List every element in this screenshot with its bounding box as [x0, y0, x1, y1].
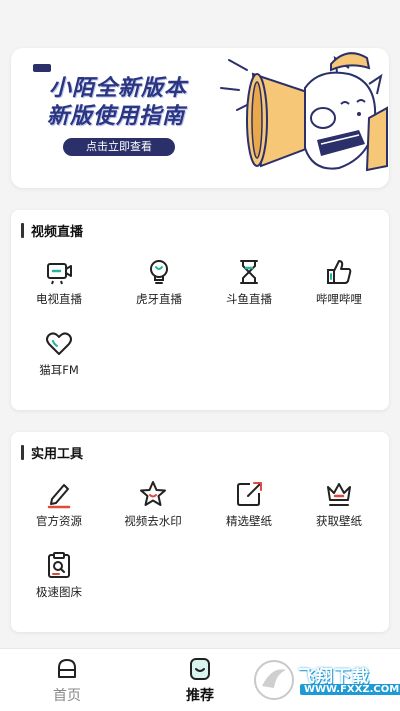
share-box-icon: [237, 482, 262, 506]
tool-item-label: 获取壁纸: [316, 514, 362, 528]
watermark-url: WWW.FXXZ.COM: [300, 684, 400, 695]
live-item-douyu[interactable]: 斗鱼直播: [209, 257, 289, 307]
tab-home[interactable]: 首页: [27, 657, 107, 705]
watermark-logo-icon: [254, 660, 294, 700]
tool-item-wallpaper-select[interactable]: 精选壁纸: [209, 479, 289, 529]
banner-title-line2: 新版使用指南: [47, 104, 186, 129]
live-item-label: 虎牙直播: [136, 292, 182, 306]
tool-item-label: 视频去水印: [124, 514, 182, 528]
lightbulb-icon: [150, 260, 168, 284]
tool-item-label: 极速图床: [36, 585, 82, 599]
heart-icon: [46, 332, 72, 355]
live-item-label: 电视直播: [36, 292, 82, 306]
live-section-card: 视频直播 电视直播 虎牙直播 斗鱼直播 哔哩哔哩 猫耳FM: [11, 210, 389, 410]
tools-section-title: 实用工具: [31, 447, 84, 462]
tools-section-header: 实用工具: [21, 443, 83, 462]
pencil-icon: [47, 484, 71, 509]
tool-item-label: 精选壁纸: [226, 514, 272, 528]
clipboard-search-icon: [48, 552, 70, 578]
live-item-label: 斗鱼直播: [226, 292, 272, 306]
live-item-maoer[interactable]: 猫耳FM: [19, 328, 99, 378]
tab-recommend-label: 推荐: [186, 688, 214, 704]
home-icon: [58, 659, 76, 678]
tool-item-official[interactable]: 官方资源: [19, 479, 99, 529]
live-item-label: 猫耳FM: [39, 363, 79, 377]
tool-item-image-host[interactable]: 极速图床: [19, 550, 99, 600]
recommend-icon: [190, 658, 210, 680]
tab-recommend[interactable]: 推荐: [160, 657, 240, 705]
thumbs-up-icon: [327, 260, 352, 284]
tab-home-label: 首页: [53, 688, 81, 704]
crown-icon: [327, 483, 351, 506]
section-marker: [21, 445, 24, 460]
star-icon: [140, 481, 166, 506]
tool-item-watermark[interactable]: 视频去水印: [113, 479, 193, 529]
cat-megaphone-illustration: [220, 52, 388, 172]
live-section-header: 视频直播: [21, 221, 83, 240]
live-item-bilibili[interactable]: 哔哩哔哩: [299, 257, 379, 307]
tool-item-label: 官方资源: [36, 514, 82, 528]
live-section-title: 视频直播: [31, 225, 84, 240]
promo-banner[interactable]: 小陌全新版本 新版使用指南 点击立即查看: [11, 48, 389, 188]
site-watermark: 飞翔下载 WWW.FXXZ.COM: [252, 658, 400, 702]
section-marker: [21, 223, 24, 238]
tools-section-card: 实用工具 官方资源 视频去水印 精选壁纸 获取壁纸 极速图床: [11, 432, 389, 632]
tv-icon: [47, 263, 72, 285]
live-item-label: 哔哩哔哩: [316, 292, 362, 306]
hourglass-icon: [240, 260, 258, 284]
tool-item-wallpaper-get[interactable]: 获取壁纸: [299, 479, 379, 529]
banner-view-button[interactable]: 点击立即查看: [63, 138, 175, 156]
live-item-tv[interactable]: 电视直播: [19, 257, 99, 307]
live-item-huya[interactable]: 虎牙直播: [119, 257, 199, 307]
